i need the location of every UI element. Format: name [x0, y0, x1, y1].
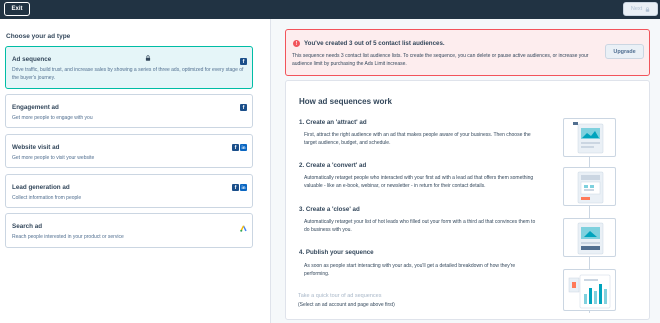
ad-type-card-search[interactable]: Search ad Reach people interested in you… [5, 213, 253, 248]
linkedin-icon: in [240, 144, 247, 151]
step-description: First, attract the right audience with a… [304, 132, 531, 146]
alert-title: You've created 3 out of 5 contact list a… [304, 40, 445, 47]
card-title: Ad sequence [12, 56, 52, 63]
alert-body: This sequence needs 3 contact list audie… [292, 53, 589, 67]
audience-limit-alert: ! You've created 3 out of 5 contact list… [285, 29, 650, 76]
next-button-label: Next [630, 6, 643, 12]
network-icons: f in [232, 184, 247, 191]
network-icons: f [240, 104, 247, 111]
facebook-icon: f [240, 104, 247, 111]
step-description: As soon as people start interacting with… [304, 263, 516, 277]
network-icons: f in [232, 144, 247, 151]
card-title: Engagement ad [12, 104, 59, 111]
facebook-icon: f [240, 58, 247, 65]
card-description: Get more people to visit your website [12, 155, 95, 161]
card-description: Drive traffic, build trust, and increase… [12, 67, 244, 81]
attract-ad-illustration [563, 118, 616, 157]
card-description: Collect information from people [12, 195, 82, 201]
ad-type-card-engagement[interactable]: Engagement ad Get more people to engage … [5, 94, 253, 128]
publish-report-illustration [563, 269, 616, 311]
lock-icon [145, 55, 151, 61]
ad-type-card-website-visit[interactable]: Website visit ad Get more people to visi… [5, 134, 253, 168]
quick-tour-link[interactable]: Take a quick tour of ad sequences [298, 293, 381, 299]
ad-type-card-lead-generation[interactable]: Lead generation ad Collect information f… [5, 174, 253, 208]
quick-tour-note: (Select an ad account and page above fir… [298, 302, 395, 308]
linkedin-icon: in [240, 184, 247, 191]
step-title: 3. Create a 'close' ad [299, 206, 360, 213]
card-description: Reach people interested in your product … [12, 234, 124, 240]
facebook-icon: f [232, 184, 239, 191]
card-title: Website visit ad [12, 144, 60, 151]
lock-icon [645, 6, 650, 12]
network-icons: f [240, 58, 247, 65]
panel-title: Choose your ad type [6, 33, 71, 40]
warning-icon: ! [293, 40, 300, 47]
card-title: Lead generation ad [12, 184, 70, 191]
convert-ad-illustration [563, 167, 616, 206]
next-button[interactable]: Next [623, 2, 658, 16]
how-it-works-panel: How ad sequences work 1. Create an 'attr… [285, 80, 650, 320]
top-bar: Exit Next [0, 0, 660, 19]
card-title: Search ad [12, 223, 43, 230]
step-title: 4. Publish your sequence [299, 249, 374, 256]
step-title: 1. Create an 'attract' ad [299, 119, 367, 126]
how-it-works-title: How ad sequences work [299, 97, 392, 106]
step-description: Automatically retarget your list of hot … [304, 219, 536, 233]
google-ads-icon [240, 225, 247, 232]
close-ad-illustration [563, 218, 616, 257]
upgrade-button[interactable]: Upgrade [605, 44, 644, 59]
exit-button[interactable]: Exit [4, 2, 30, 16]
step-title: 2. Create a 'convert' ad [299, 162, 367, 169]
facebook-icon: f [232, 144, 239, 151]
step-description: Automatically retarget people who intera… [304, 175, 534, 189]
card-description: Get more people to engage with you [12, 115, 93, 121]
ad-type-panel: Choose your ad type Ad sequence Drive tr… [0, 19, 271, 323]
ad-type-card-ad-sequence[interactable]: Ad sequence Drive traffic, build trust, … [5, 46, 253, 89]
